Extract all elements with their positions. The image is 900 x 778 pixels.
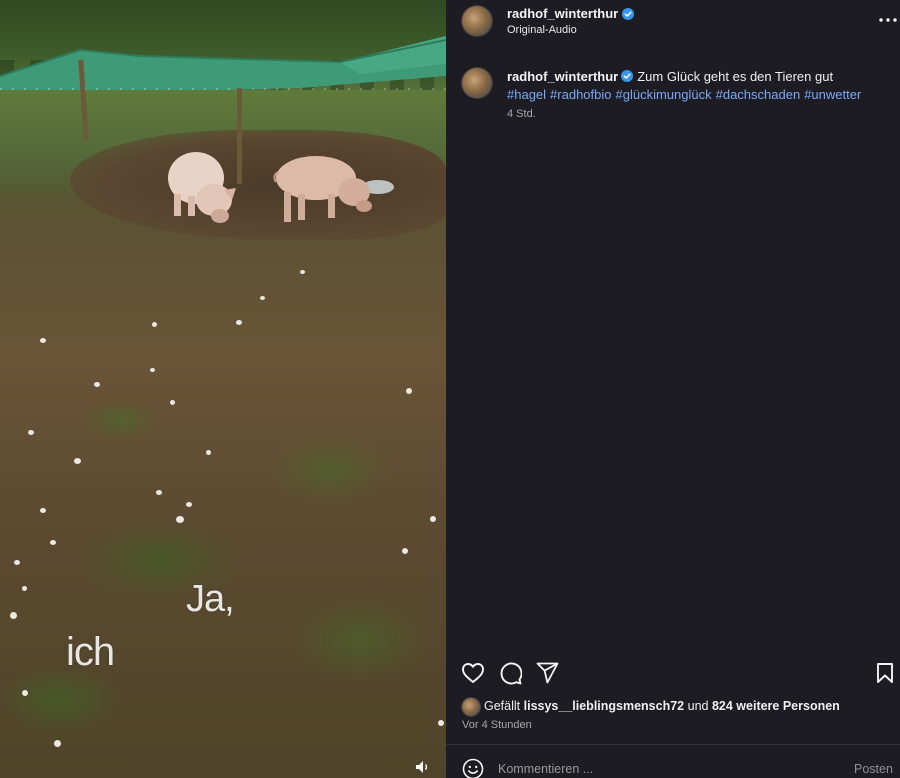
verified-badge-icon xyxy=(621,70,634,82)
hailstone xyxy=(54,740,61,747)
more-options-icon xyxy=(879,18,897,22)
video-caption-line1: Ja, xyxy=(186,578,235,620)
comment-input[interactable] xyxy=(498,760,798,778)
speaker-icon xyxy=(416,761,428,773)
bookmark-icon xyxy=(877,663,893,683)
mute-button[interactable] xyxy=(410,756,436,778)
hailstone xyxy=(28,430,34,435)
hashtag-link[interactable]: #hagel xyxy=(507,87,546,102)
hailstone xyxy=(22,586,27,591)
hashtag-link[interactable]: #dachschaden xyxy=(716,87,801,102)
caption-username[interactable]: radhof_winterthur xyxy=(507,69,618,84)
paper-plane-icon xyxy=(536,662,558,684)
hailstone xyxy=(206,450,211,455)
emoji-icon xyxy=(462,758,484,778)
hailstone xyxy=(14,560,20,565)
comment-bubble-icon xyxy=(500,662,522,684)
likes-prefix: Gefällt xyxy=(484,699,521,713)
like-button[interactable] xyxy=(460,660,486,686)
hashtag-link[interactable]: #unwetter xyxy=(804,87,861,102)
hailstone xyxy=(152,322,157,327)
hailstone xyxy=(150,368,155,372)
divider xyxy=(446,744,900,745)
hailstone xyxy=(402,548,408,554)
emoji-button[interactable] xyxy=(462,758,484,778)
heart-icon xyxy=(462,663,484,683)
liker-username[interactable]: lissys__lieblingsmensch72 xyxy=(524,699,685,713)
pig xyxy=(273,156,372,222)
hailstone xyxy=(40,508,46,513)
header-username[interactable]: radhof_winterthur xyxy=(507,6,618,21)
hailstone xyxy=(176,516,184,523)
post-timestamp[interactable]: Vor 4 Stunden xyxy=(462,719,532,731)
hailstone xyxy=(430,516,436,522)
more-options-button[interactable] xyxy=(876,10,900,30)
hailstone xyxy=(94,382,100,387)
header-user: radhof_winterthur xyxy=(507,6,635,21)
likes-summary: Gefällt lissys__lieblingsmensch72 und 82… xyxy=(484,699,840,713)
caption-text: Zum Glück geht es den Tieren gut xyxy=(637,69,834,84)
audio-link[interactable]: Original-Audio xyxy=(507,24,577,36)
hailstone xyxy=(156,490,162,495)
caption-avatar[interactable] xyxy=(462,68,492,98)
action-bar xyxy=(446,658,900,686)
caption-timestamp[interactable]: 4 Std. xyxy=(507,108,536,120)
likes-middle: und xyxy=(687,699,709,713)
likes-count-link[interactable]: 824 weitere Personen xyxy=(712,699,840,713)
comment-bar: Posten xyxy=(446,746,900,778)
hailstone xyxy=(186,502,192,507)
hailstone xyxy=(406,388,412,394)
hailstone xyxy=(40,338,46,343)
post-video[interactable]: Ja, ich xyxy=(0,0,446,778)
hashtag-link[interactable]: #glückimunglück xyxy=(616,87,712,102)
video-caption-line2: ich xyxy=(66,630,115,674)
hailstone xyxy=(22,690,28,696)
hashtags: #hagel #radhofbio #glückimunglück #dachscha… xyxy=(507,86,887,103)
save-button[interactable] xyxy=(872,660,898,686)
post-caption: radhof_winterthur Zum Glück geht es den … xyxy=(507,68,887,85)
post-comment-button[interactable]: Posten xyxy=(854,762,893,776)
avatar[interactable] xyxy=(462,6,492,36)
hailstone xyxy=(50,540,56,545)
hailstone xyxy=(260,296,265,300)
hailstone xyxy=(10,612,17,619)
hailstone xyxy=(74,458,81,464)
share-button[interactable] xyxy=(534,660,560,686)
pig xyxy=(168,152,236,223)
hashtag-link[interactable]: #radhofbio xyxy=(550,87,611,102)
verified-badge-icon xyxy=(622,7,635,20)
hailstone xyxy=(300,270,305,274)
hailstone xyxy=(170,400,175,405)
liker-avatar[interactable] xyxy=(462,698,480,716)
comment-button[interactable] xyxy=(497,660,523,686)
hailstone xyxy=(438,720,444,726)
post-header: radhof_winterthur Original-Audio xyxy=(446,0,900,44)
hailstone xyxy=(236,320,242,325)
post-details-panel: radhof_winterthur Original-Audio radhof_… xyxy=(446,0,900,778)
